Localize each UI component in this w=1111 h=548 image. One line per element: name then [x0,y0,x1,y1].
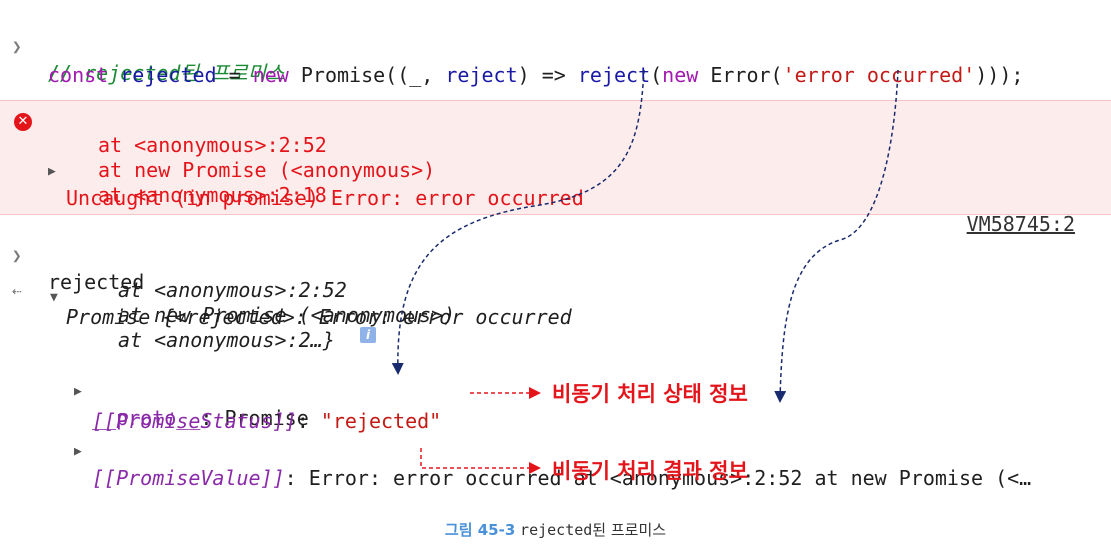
stack-frame: at <anonymous>:2:18 [98,183,327,207]
error-stack-line: at <anonymous>:2:18 [0,182,1111,208]
error-stack-line: at new Promise (<anonymous>) [0,157,1111,183]
caption-code: rejected [520,521,593,539]
error-icon: ✕ [14,113,32,131]
annotation-result-label: 비동기 처리 결과 정보 [552,459,748,483]
promise-stack-line: at <anonymous>:2:52 [0,277,1111,303]
annotation-status-label: 비동기 처리 상태 정보 [552,382,748,406]
error-headline-row: ✕ ▶ Uncaught (in promise) Error: error o… [0,107,1111,236]
stack-frame: at <anonymous>:2:52 [98,133,327,157]
expand-triangle-icon[interactable]: ▶ [74,439,82,465]
stack-frame: at new Promise (<anonymous>) [118,303,456,327]
stack-frame: at <anonymous>:2…} [118,328,335,352]
promise-summary-row[interactable]: ⇠ Promise {<rejected>: Error: error occu… [0,252,1111,329]
promise-value-row[interactable]: ▶ [[PromiseValue]]: Error: error occurre… [0,413,1111,490]
stack-frame: at <anonymous>:2:52 [118,278,347,302]
console-input-code: const rejected = new Promise((_, reject)… [0,36,1111,87]
error-stack-line: at <anonymous>:2:52 [0,132,1111,158]
promise-stack-line: at new Promise (<anonymous>) [0,302,1111,328]
figure-number: 그림 45-3 [444,521,516,539]
stack-frame: at new Promise (<anonymous>) [98,158,436,182]
console-input-comment: ❯ // rejected된 프로미스 [0,8,1111,85]
info-icon[interactable]: i [360,327,376,343]
console-input-rejected: ❯ rejected [0,217,1111,294]
proto-row[interactable]: ▶ __proto__: Promise [0,353,1111,430]
promise-stack-line: at <anonymous>:2…} i [0,327,1111,353]
error-message-box: ✕ ▶ Uncaught (in promise) Error: error o… [0,100,1111,236]
figure-caption: 그림 45-3 rejected된 프로미스 [0,519,1111,540]
promise-value-key: [[PromiseValue]] [92,466,285,490]
caption-text: 된 프로미스 [592,521,667,539]
console-output-undefined: ⇠ undefined [0,70,1111,147]
